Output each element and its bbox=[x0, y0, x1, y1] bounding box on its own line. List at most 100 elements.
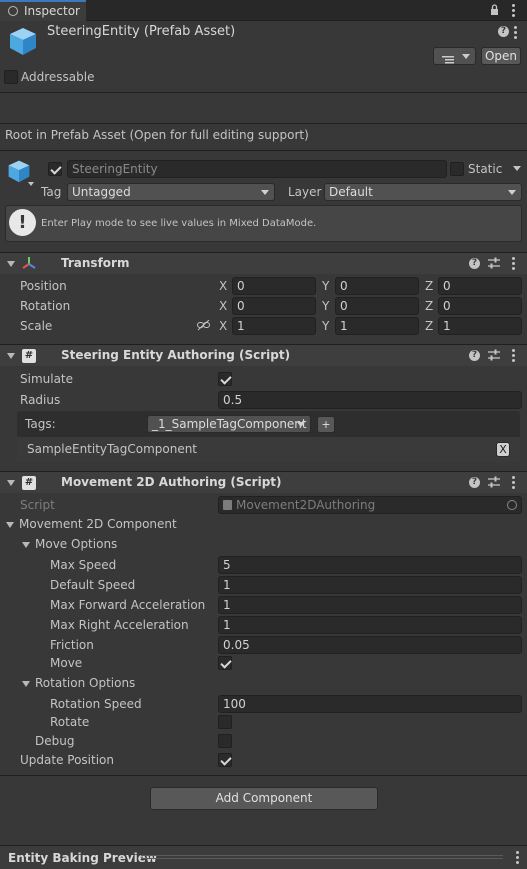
max-speed-field[interactable]: 5 bbox=[218, 556, 522, 574]
static-checkbox[interactable] bbox=[450, 162, 464, 176]
position-z-field[interactable]: 0 bbox=[438, 277, 522, 295]
move-checkbox[interactable] bbox=[218, 656, 232, 670]
presets-icon[interactable] bbox=[488, 257, 500, 272]
tag-list-item: SampleEntityTagComponent X bbox=[17, 437, 520, 462]
warning-icon: ! bbox=[9, 209, 36, 236]
default-speed-label: Default Speed bbox=[50, 578, 136, 592]
position-y-field[interactable]: 0 bbox=[335, 277, 419, 295]
axis-y-label[interactable]: Y bbox=[322, 298, 329, 314]
axis-x-label[interactable]: X bbox=[219, 278, 227, 294]
axis-z-label[interactable]: Z bbox=[425, 318, 433, 334]
axis-x-label[interactable]: X bbox=[219, 318, 227, 334]
axis-z-label[interactable]: Z bbox=[425, 278, 433, 294]
movement-title: Movement 2D Authoring (Script) bbox=[61, 475, 282, 489]
radius-field[interactable]: 0.5 bbox=[218, 391, 522, 409]
object-picker-icon[interactable] bbox=[507, 500, 517, 510]
movement-header[interactable]: # Movement 2D Authoring (Script) ? bbox=[0, 471, 527, 493]
add-component-button[interactable]: Add Component bbox=[150, 787, 378, 810]
static-dropdown-arrow[interactable] bbox=[513, 166, 521, 171]
icon-dropdown-arrow[interactable] bbox=[28, 182, 34, 186]
list-icon bbox=[442, 52, 454, 68]
divider bbox=[0, 775, 527, 776]
help-icon[interactable]: ? bbox=[469, 350, 480, 361]
gameobject-name-field[interactable]: SteeringEntity bbox=[67, 160, 447, 178]
default-speed-field[interactable]: 1 bbox=[218, 576, 522, 594]
steering-header[interactable]: # Steering Entity Authoring (Script) ? bbox=[0, 344, 527, 366]
rotate-checkbox[interactable] bbox=[218, 715, 232, 729]
asset-title: SteeringEntity (Prefab Asset) bbox=[47, 24, 236, 39]
axis-z-label[interactable]: Z bbox=[425, 298, 433, 314]
script-label: Script bbox=[20, 498, 55, 512]
axis-y-label[interactable]: Y bbox=[322, 318, 329, 334]
chevron-down-icon bbox=[462, 54, 470, 59]
update-position-checkbox[interactable] bbox=[218, 753, 232, 767]
prefab-notice: Root in Prefab Asset (Open for full edit… bbox=[5, 128, 309, 142]
tag-value: Untagged bbox=[72, 185, 131, 199]
tag-dropdown[interactable]: Untagged bbox=[67, 183, 275, 201]
remove-tag-button[interactable]: X bbox=[496, 442, 510, 457]
foldout-arrow-icon[interactable] bbox=[22, 542, 30, 548]
friction-field[interactable]: 0.05 bbox=[218, 636, 522, 654]
open-button[interactable]: Open bbox=[481, 47, 521, 65]
foldout-arrow-icon[interactable] bbox=[22, 681, 30, 687]
movement-component-label[interactable]: Movement 2D Component bbox=[19, 516, 177, 532]
tag-item-label: SampleEntityTagComponent bbox=[27, 442, 198, 456]
divider bbox=[0, 123, 527, 124]
help-icon[interactable]: ? bbox=[469, 477, 480, 488]
foldout-arrow-icon[interactable] bbox=[6, 522, 14, 528]
resize-grip[interactable] bbox=[141, 855, 503, 859]
rotation-z-field[interactable]: 0 bbox=[438, 297, 522, 315]
help-icon[interactable]: ? bbox=[469, 258, 480, 269]
asset-menu-icon[interactable] bbox=[514, 26, 517, 41]
inspector-tab[interactable]: Inspector bbox=[0, 0, 86, 21]
addressable-checkbox[interactable] bbox=[4, 70, 18, 84]
rotation-y-field[interactable]: 0 bbox=[335, 297, 419, 315]
update-position-label: Update Position bbox=[20, 753, 114, 767]
scale-y-field[interactable]: 1 bbox=[335, 317, 419, 335]
simulate-checkbox[interactable] bbox=[218, 372, 232, 386]
component-menu-icon[interactable] bbox=[512, 476, 515, 491]
tags-dropdown[interactable]: _1_SampleTagComponent bbox=[147, 415, 311, 433]
rotation-speed-label: Rotation Speed bbox=[50, 697, 142, 711]
rotation-options-label[interactable]: Rotation Options bbox=[35, 675, 135, 691]
position-x-field[interactable]: 0 bbox=[232, 277, 316, 295]
tags-label: Tags: bbox=[25, 417, 56, 431]
move-options-label[interactable]: Move Options bbox=[35, 536, 117, 552]
active-checkbox[interactable] bbox=[48, 162, 62, 176]
foldout-arrow-icon[interactable] bbox=[7, 261, 15, 267]
script-value: Movement2DAuthoring bbox=[236, 498, 376, 512]
debug-checkbox[interactable] bbox=[218, 734, 232, 748]
static-label: Static bbox=[468, 162, 503, 176]
script-file-icon bbox=[223, 500, 232, 510]
scale-z-field[interactable]: 1 bbox=[438, 317, 522, 335]
rotation-x-field[interactable]: 0 bbox=[232, 297, 316, 315]
addressable-label: Addressable bbox=[21, 70, 95, 84]
rotate-label: Rotate bbox=[50, 715, 90, 729]
presets-icon[interactable] bbox=[488, 476, 500, 491]
component-menu-icon[interactable] bbox=[512, 257, 515, 272]
layer-label: Layer bbox=[288, 185, 322, 199]
transform-header[interactable]: Transform ? bbox=[0, 252, 527, 274]
baking-preview-bar[interactable]: Entity Baking Preview bbox=[0, 845, 527, 869]
baking-preview-menu-icon[interactable] bbox=[516, 851, 519, 866]
layer-dropdown[interactable]: Default bbox=[324, 183, 522, 201]
axis-x-label[interactable]: X bbox=[219, 298, 227, 314]
rotation-speed-field[interactable]: 100 bbox=[218, 695, 522, 713]
scale-label: Scale bbox=[20, 319, 53, 333]
help-icon[interactable]: ? bbox=[498, 26, 509, 37]
tag-label: Tag bbox=[41, 185, 62, 199]
max-forward-accel-field[interactable]: 1 bbox=[218, 596, 522, 614]
lock-icon[interactable] bbox=[490, 4, 499, 15]
component-menu-icon[interactable] bbox=[512, 349, 515, 364]
radius-label: Radius bbox=[20, 393, 61, 407]
axis-y-label[interactable]: Y bbox=[322, 278, 329, 294]
presets-icon[interactable] bbox=[488, 349, 500, 364]
max-right-accel-field[interactable]: 1 bbox=[218, 616, 522, 634]
add-tag-button[interactable]: + bbox=[317, 416, 335, 433]
foldout-arrow-icon[interactable] bbox=[7, 353, 15, 359]
foldout-arrow-icon[interactable] bbox=[7, 480, 15, 486]
tab-menu-icon[interactable] bbox=[512, 4, 515, 19]
constrain-proportions-icon[interactable] bbox=[197, 319, 210, 334]
list-options-dropdown[interactable] bbox=[433, 47, 476, 65]
scale-x-field[interactable]: 1 bbox=[232, 317, 316, 335]
